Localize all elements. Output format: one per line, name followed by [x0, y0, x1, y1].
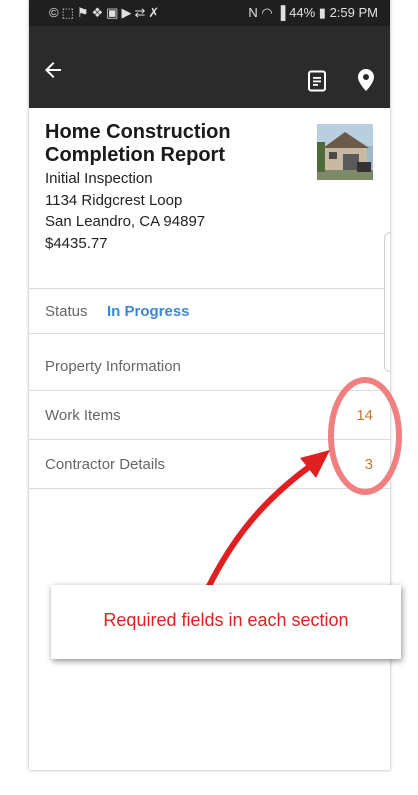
house-photo[interactable]: [317, 124, 373, 180]
address-line2: San Leandro, CA 94897: [45, 213, 206, 230]
callout-text: Required fields in each section: [103, 610, 349, 630]
report-title: Home Construction Completion Report: [45, 121, 231, 166]
report-header: Home Construction Completion Report Init…: [29, 108, 390, 288]
address-line1: 1134 Ridgcrest Loop: [45, 192, 183, 209]
app-bar: [29, 26, 390, 108]
divider: [29, 488, 390, 489]
section-label: Contractor Details: [45, 456, 166, 473]
section-count: 14: [356, 407, 373, 424]
nfc-icon: N: [248, 5, 258, 20]
divider: [29, 439, 390, 440]
scroll-indicator[interactable]: [384, 232, 390, 372]
wifi-icon: ◠: [261, 5, 273, 20]
inspection-type: Initial Inspection: [45, 170, 153, 187]
signal-icon: ▐: [276, 5, 286, 20]
location-pin-icon[interactable]: [356, 68, 376, 92]
status-bar: ©⬚⚑❖▣▶⇄✗ N ◠ ▐ 44% ▮ 2:59 PM: [29, 0, 390, 26]
divider: [29, 390, 390, 391]
battery-icon: ▮: [318, 5, 326, 20]
section-row-work-items[interactable]: Work Items 14: [29, 392, 390, 440]
divider: [29, 333, 390, 334]
section-label: Property Information: [45, 358, 181, 375]
status-row: Status In Progress: [29, 288, 390, 336]
section-count: 3: [364, 456, 373, 473]
status-label: Status: [45, 303, 88, 320]
section-row-contractor-details[interactable]: Contractor Details 3: [29, 441, 390, 489]
section-row-property-information[interactable]: Property Information: [29, 343, 390, 391]
report-amount: $4435.77: [45, 235, 108, 252]
clock: 2:59 PM: [329, 5, 378, 20]
status-value: In Progress: [107, 303, 190, 320]
notification-icons: ©⬚⚑❖▣▶⇄✗: [49, 5, 163, 20]
document-icon[interactable]: [307, 70, 327, 92]
battery-percent: 44%: [289, 5, 316, 20]
status-right: N ◠ ▐ 44% ▮ 2:59 PM: [248, 5, 378, 21]
section-label: Work Items: [45, 407, 121, 424]
annotation-callout: Required fields in each section: [51, 585, 401, 659]
back-arrow-icon[interactable]: [41, 58, 69, 86]
